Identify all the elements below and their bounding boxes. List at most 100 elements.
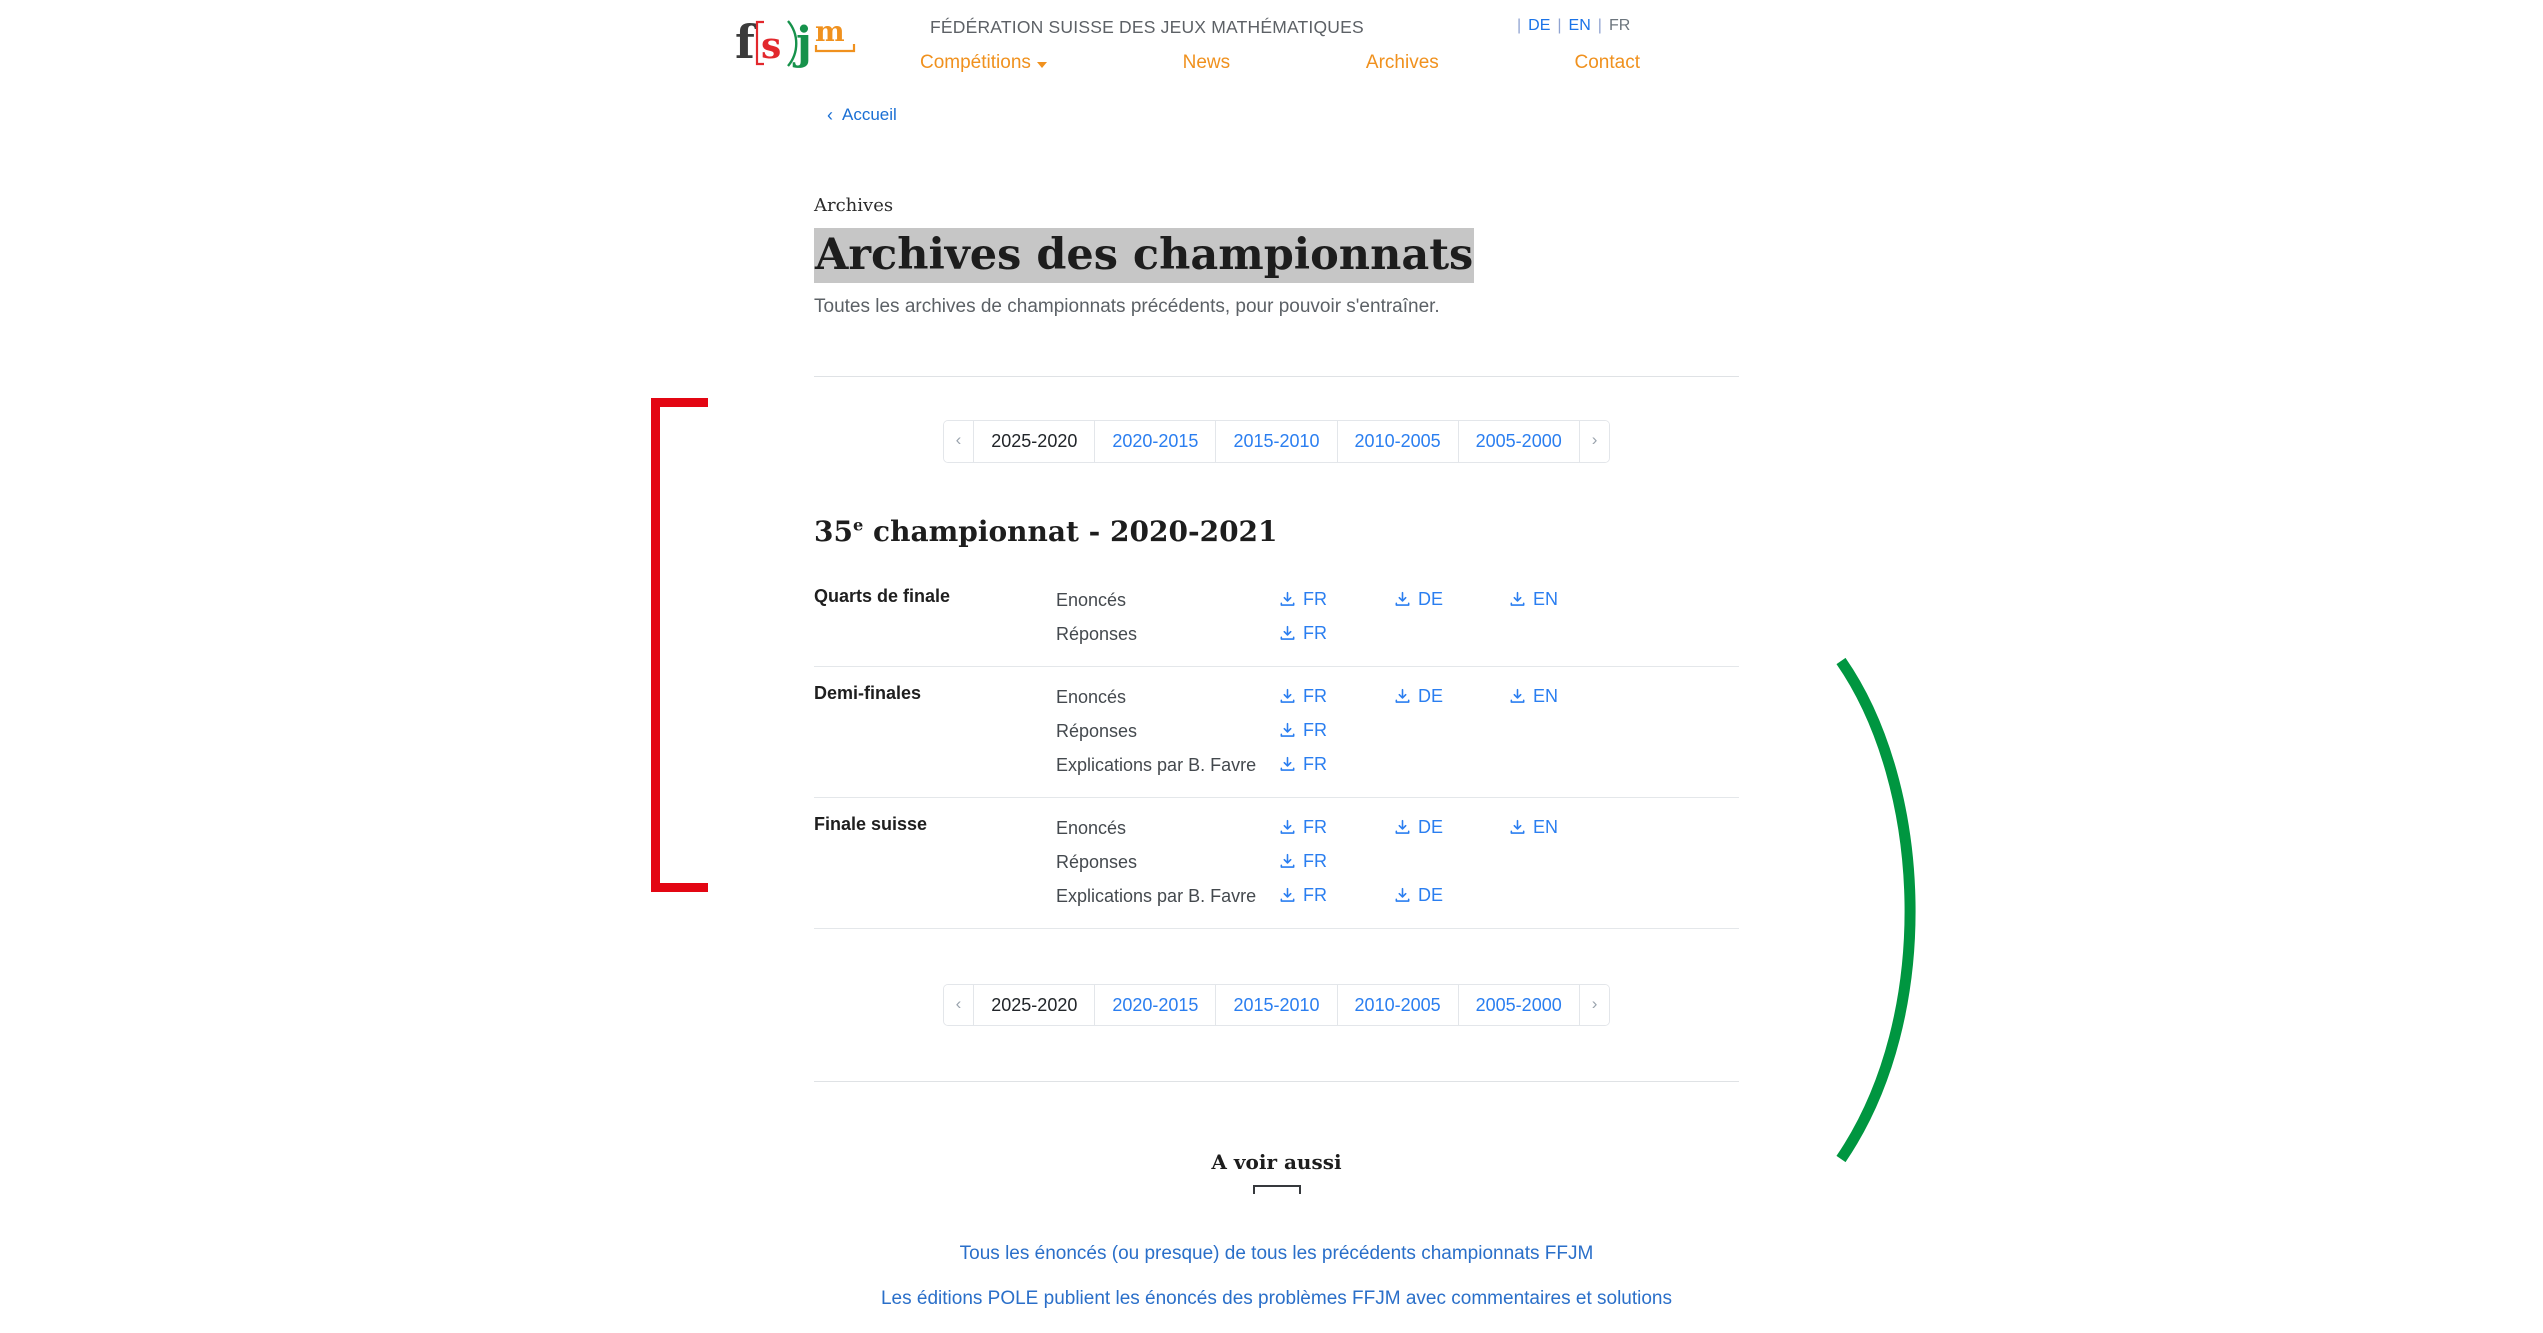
decorative-red-bracket [651,398,708,892]
document-row: Enoncés FR DE EN [1056,584,1739,618]
pagination-item-2020-2015[interactable]: 2020-2015 [1095,984,1217,1026]
svg-text:m: m [815,15,845,48]
chevron-down-icon [1036,61,1047,68]
site-logo[interactable]: f s j m [733,6,893,78]
document-label: Réponses [1056,624,1138,645]
round-name-finale-suisse: Finale suisse [814,813,928,834]
page-eyebrow: Archives [814,195,894,216]
main-navigation: Compétitions News Archives Contact [920,52,1640,74]
nav-item-news[interactable]: News [1183,52,1231,74]
pagination-next-button[interactable]: › [1579,421,1610,462]
download-link-fr[interactable]: FR [1279,817,1327,838]
download-slot: DE [1394,817,1509,841]
download-link-fr[interactable]: FR [1279,686,1327,707]
championship-title: 35e championnat - 2020-2021 [814,515,1739,548]
see-also-title: A voir aussi [1211,1150,1342,1175]
download-icon [1279,625,1296,642]
download-link-de[interactable]: DE [1394,885,1443,906]
breadcrumb[interactable]: ‹ Accueil [827,105,897,125]
pagination-item-2025-2020[interactable]: 2025-2020 [974,421,1096,462]
download-link-fr[interactable]: FR [1279,885,1327,906]
pagination-item-2010-2005[interactable]: 2010-2005 [1337,984,1459,1026]
pagination-item-2015-2010[interactable]: 2015-2010 [1216,421,1338,462]
download-label: FR [1303,850,1327,871]
lang-link-de[interactable]: DE [1528,17,1550,34]
download-link-en[interactable]: EN [1509,589,1558,610]
pagination-item-2010-2005[interactable]: 2010-2005 [1337,421,1459,462]
breadcrumb-link-accueil[interactable]: Accueil [842,105,897,125]
document-label: Enoncés [1056,590,1127,611]
see-also-section: A voir aussi Tous les énoncés (ou presqu… [814,1150,1739,1310]
document-row: Réponses FR [1056,846,1739,880]
see-also-link-2[interactable]: Les éditions POLE publient les énoncés d… [814,1288,1739,1310]
document-row: Réponses FR [1056,715,1739,749]
download-link-fr[interactable]: FR [1279,754,1327,775]
download-label: DE [1418,816,1444,837]
table-row: Demi-finales Enoncés FR DE EN Réponses F… [814,667,1739,798]
archives-table: Quarts de finale Enoncés FR DE EN Répons… [814,570,1739,929]
championship-ordinal: e [852,515,864,535]
download-label: FR [1303,719,1327,740]
nav-item-competitions[interactable]: Compétitions [920,52,1047,74]
download-slot: DE [1394,885,1509,909]
pagination-next-button[interactable]: › [1579,984,1610,1026]
download-label: FR [1303,816,1327,837]
document-label: Réponses [1056,721,1138,742]
round-name-quarts-de-finale: Quarts de finale [814,585,951,606]
download-slot: FR [1279,720,1394,744]
download-link-en[interactable]: EN [1509,686,1558,707]
pagination-item-2020-2015[interactable]: 2020-2015 [1095,421,1217,462]
download-slot: FR [1279,754,1394,778]
see-also-link-1[interactable]: Tous les énoncés (ou presque) de tous le… [814,1243,1739,1265]
document-row: Réponses FR [1056,618,1739,652]
download-slot: DE [1394,589,1509,613]
download-label: FR [1303,753,1327,774]
pagination-item-2025-2020[interactable]: 2025-2020 [974,984,1096,1026]
download-slot: EN [1509,686,1624,710]
document-label: Explications par B. Favre [1056,755,1257,776]
page-title: Archives des championnats [814,228,1475,283]
download-slot: EN [1509,589,1624,613]
pagination-item-2005-2000[interactable]: 2005-2000 [1458,421,1580,462]
language-switcher[interactable]: | DE | EN | FR [1510,17,1630,35]
lang-separator: | [1597,17,1602,34]
download-link-de[interactable]: DE [1394,589,1443,610]
pagination-prev-button[interactable]: ‹ [943,984,975,1026]
document-row: Explications par B. Favre FR DE [1056,880,1739,914]
pagination-item-2015-2010[interactable]: 2015-2010 [1216,984,1338,1026]
download-link-de[interactable]: DE [1394,817,1443,838]
download-icon [1279,853,1296,870]
nav-label-competitions: Compétitions [920,52,1031,73]
download-slot: FR [1279,686,1394,710]
document-label: Enoncés [1056,687,1127,708]
download-link-fr[interactable]: FR [1279,589,1327,610]
page-subtitle: Toutes les archives de championnats préc… [814,296,1440,318]
download-label: FR [1303,685,1327,706]
table-row: Finale suisse Enoncés FR DE EN Réponses … [814,798,1739,929]
lang-link-en[interactable]: EN [1569,17,1591,34]
download-icon [1279,887,1296,904]
nav-item-archives[interactable]: Archives [1366,52,1439,74]
download-icon [1279,688,1296,705]
download-icon [1394,591,1411,608]
document-row: Enoncés FR DE EN [1056,812,1739,846]
download-link-fr[interactable]: FR [1279,720,1327,741]
document-row: Explications par B. Favre FR [1056,749,1739,783]
pagination-item-2005-2000[interactable]: 2005-2000 [1458,984,1580,1026]
document-label: Enoncés [1056,818,1127,839]
download-link-de[interactable]: DE [1394,686,1443,707]
see-also-links: Tous les énoncés (ou presque) de tous le… [814,1243,1739,1310]
download-slot: DE [1394,686,1509,710]
pagination-bottom[interactable]: ‹ 2025-2020 2020-2015 2015-2010 2010-200… [942,983,1611,1027]
pagination-prev-button[interactable]: ‹ [943,421,975,462]
download-link-fr[interactable]: FR [1279,851,1327,872]
svg-text:s: s [761,25,781,67]
download-link-fr[interactable]: FR [1279,623,1327,644]
pagination-top[interactable]: ‹ 2025-2020 2020-2015 2015-2010 2010-200… [942,420,1611,463]
download-label: FR [1303,622,1327,643]
championship-title-rest: championnat - 2020-2021 [863,514,1278,548]
download-icon [1509,688,1526,705]
download-link-en[interactable]: EN [1509,817,1558,838]
nav-item-contact[interactable]: Contact [1575,52,1640,74]
download-icon [1279,819,1296,836]
